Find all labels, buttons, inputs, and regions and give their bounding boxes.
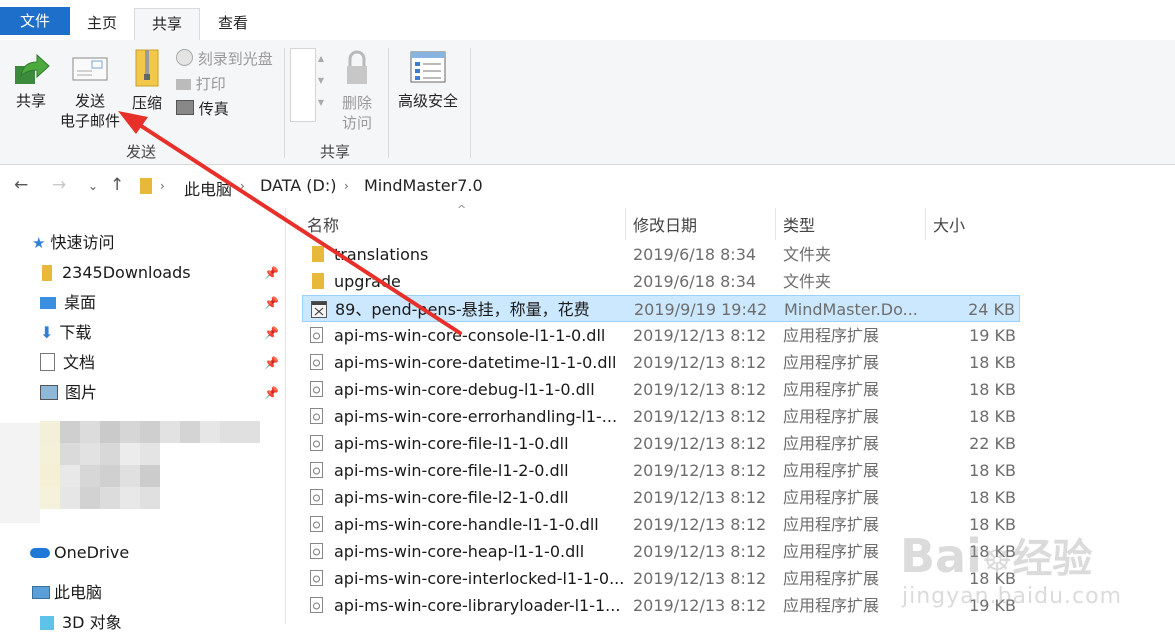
annotation-arrow (118, 111, 462, 335)
